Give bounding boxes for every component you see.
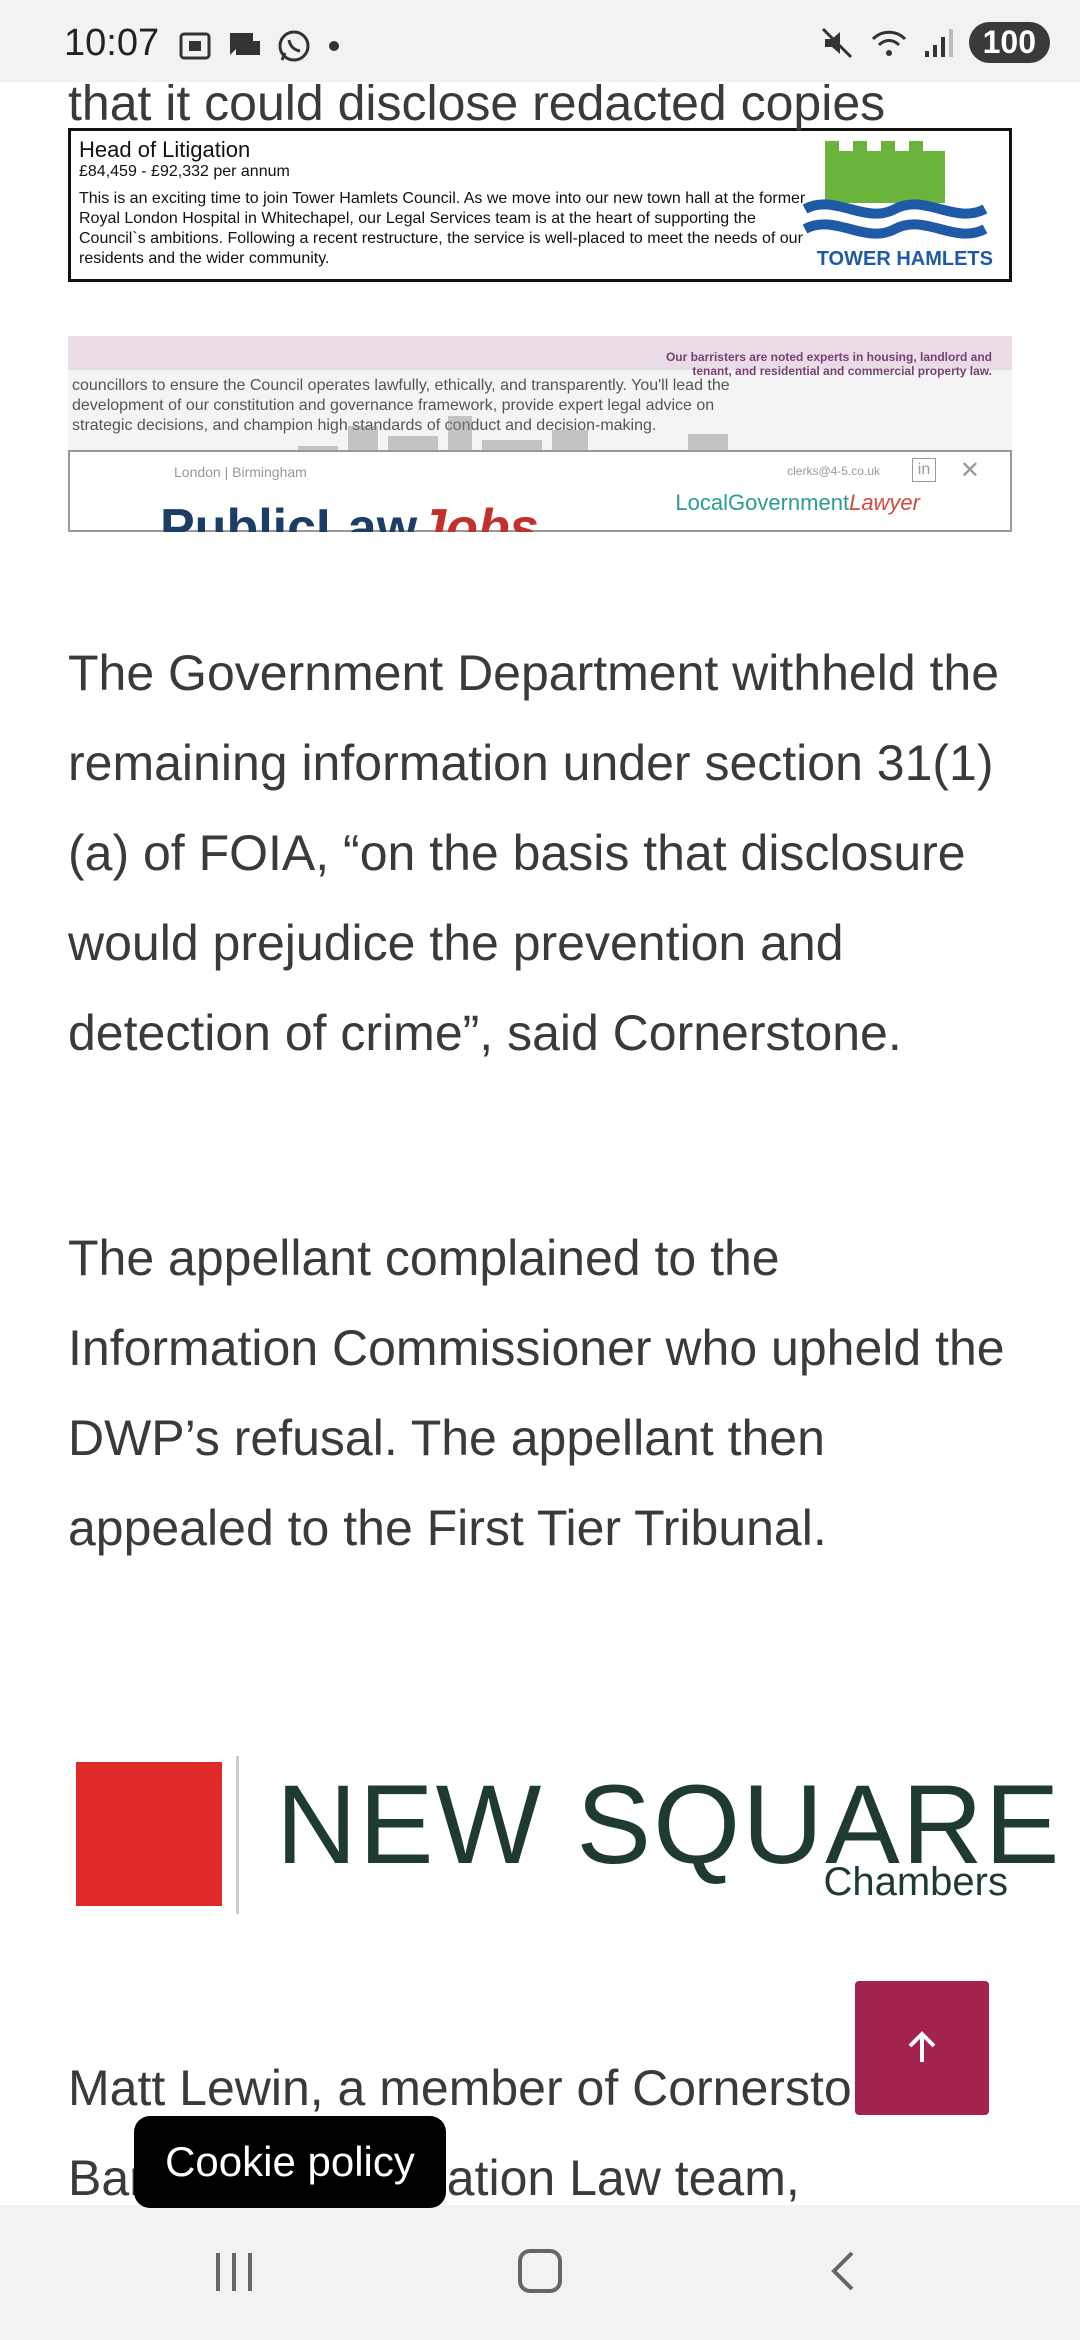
ad-plj-a: PublicLaw bbox=[160, 499, 418, 532]
logo-sub: Chambers bbox=[823, 1860, 1008, 1904]
system-nav-bar bbox=[0, 2205, 1080, 2340]
arrow-up-icon bbox=[908, 2031, 936, 2062]
ad-brand-publiclawjobs: PublicLawJobs bbox=[160, 498, 539, 532]
battery-indicator: 100 bbox=[968, 22, 1050, 63]
ad-logo-text: TOWER HAMLETS bbox=[816, 248, 993, 270]
recent-apps-icon[interactable] bbox=[216, 2253, 252, 2291]
screenshot-icon bbox=[179, 32, 211, 60]
ad-title: Head of Litigation bbox=[79, 137, 251, 162]
wifi-icon bbox=[871, 30, 906, 56]
ad-brand-a: LocalGovernment bbox=[675, 490, 850, 515]
logo-divider bbox=[236, 1756, 239, 1914]
logo-red-square bbox=[76, 1762, 222, 1906]
ad-banner-tower-hamlets[interactable]: Head of Litigation £84,459 - £92,332 per… bbox=[68, 128, 1012, 282]
ad-body: This is an exciting time to join Tower H… bbox=[79, 190, 806, 267]
mute-icon bbox=[821, 27, 852, 58]
ad-right-text: Our barristers are noted experts in hous… bbox=[665, 350, 992, 378]
ad-location: London | Birmingham bbox=[174, 464, 307, 480]
ad-plj-b: Jobs bbox=[417, 499, 539, 532]
article-cut-text: that it could disclose redacted copies bbox=[68, 75, 886, 131]
status-time: 10:07 bbox=[64, 22, 160, 64]
dot-icon bbox=[329, 41, 339, 51]
article-paragraph-2: The appellant complained to the Informat… bbox=[68, 1230, 1005, 1556]
cookie-policy-button[interactable]: Cookie policy bbox=[134, 2116, 446, 2208]
status-icons-left bbox=[178, 28, 342, 64]
ad-banner-mixed[interactable]: Our barristers are noted experts in hous… bbox=[68, 336, 1012, 532]
x-social-icon[interactable]: ✕ bbox=[960, 456, 980, 485]
chat-icon bbox=[229, 33, 260, 55]
back-icon[interactable] bbox=[828, 2249, 858, 2293]
ad-email[interactable]: clerks@4-5.co.uk bbox=[787, 464, 880, 478]
new-square-chambers-logo[interactable]: NEW SQUARE Chambers bbox=[72, 1756, 1059, 1916]
back-to-top-button[interactable] bbox=[855, 1981, 989, 2115]
article-paragraph-1: The Government Department withheld the r… bbox=[68, 645, 1000, 1061]
ad-salary: £84,459 - £92,332 per annum bbox=[79, 163, 290, 180]
home-icon[interactable] bbox=[518, 2249, 562, 2293]
ad-brand-localgov: LocalGovernmentLawyer bbox=[675, 490, 920, 516]
ad-bottom-panel: London | Birmingham clerks@4-5.co.uk in … bbox=[68, 450, 1012, 532]
whatsapp-icon bbox=[278, 30, 310, 62]
status-icons-right: 100 bbox=[819, 22, 1050, 63]
signal-icon bbox=[924, 28, 953, 57]
status-bar: 10:07 100 bbox=[0, 0, 1080, 82]
linkedin-icon[interactable]: in bbox=[912, 458, 936, 482]
ad-brand-b: Lawyer bbox=[849, 490, 920, 515]
